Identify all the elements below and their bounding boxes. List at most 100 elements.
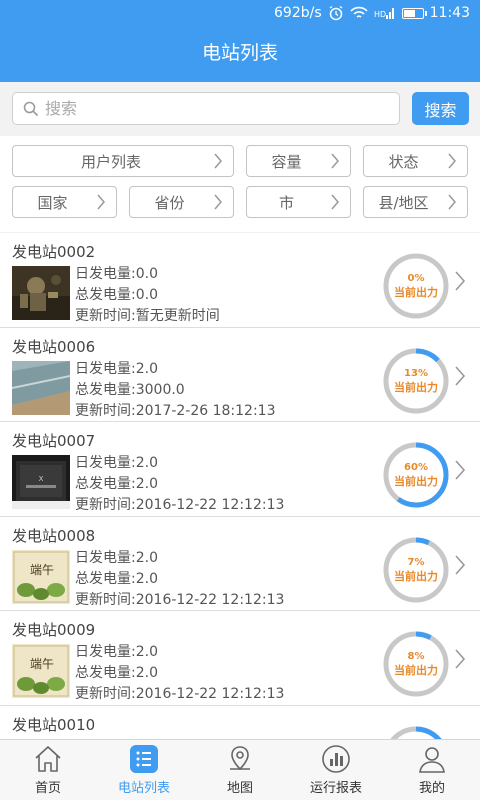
nav-report[interactable]: 运行报表	[288, 740, 384, 800]
filter-county[interactable]: 县/地区	[363, 186, 468, 218]
update-time: 更新时间:2016-12-22 12:12:13	[75, 686, 285, 702]
clock: 11:43	[429, 5, 470, 21]
filter-label: 容量	[271, 152, 302, 171]
filter-label: 国家	[37, 193, 68, 212]
output-gauge: 60% 当前出力	[380, 439, 452, 511]
gauge-text: 13% 当前出力	[380, 345, 452, 417]
chevron-right-icon[interactable]	[452, 553, 468, 577]
station-row[interactable]: 发电站0009 端午 日发电量:2.0 总发电量:2.0 更新时间:2016-12-22…	[0, 611, 480, 706]
nav-map[interactable]: 地图	[192, 740, 288, 800]
thumb-duanwu-text: 端午	[30, 563, 54, 577]
gauge-label: 当前出力	[394, 475, 438, 488]
station-thumbnail	[12, 266, 70, 320]
total-generation: 总发电量:3000.0	[75, 381, 185, 398]
chevron-right-icon	[443, 153, 461, 169]
chevron-right-icon	[326, 194, 344, 210]
station-thumbnail: 端午	[12, 549, 70, 604]
gauge-text: 8% 当前出力	[380, 628, 452, 700]
search-bar: 搜索	[0, 82, 480, 136]
search-field[interactable]	[12, 92, 400, 125]
output-gauge	[380, 723, 452, 739]
svg-text:X: X	[39, 475, 44, 483]
output-gauge: 7% 当前出力	[380, 534, 452, 606]
filter-label: 市	[278, 193, 294, 212]
search-icon	[23, 101, 39, 116]
gauge-label: 当前出力	[394, 569, 438, 583]
signal-icon: HD	[374, 5, 396, 21]
chevron-right-icon	[209, 194, 227, 210]
gauge-percent: 13%	[404, 367, 428, 379]
nav-label: 运行报表	[309, 781, 362, 796]
battery-icon	[401, 7, 427, 19]
chevron-right-icon[interactable]	[452, 647, 468, 671]
nav-profile[interactable]: 我的	[384, 740, 480, 800]
nav-label: 首页	[34, 781, 61, 796]
station-row[interactable]: 发电站0006 日发电量:2.0 总发电量:3000.0 更新时间:2017-2-26…	[0, 327, 480, 422]
total-generation: 总发电量:2.0	[75, 665, 158, 681]
nav-home[interactable]: 首页	[0, 740, 96, 800]
status-bar: 692b/s HD 11:43	[0, 0, 480, 26]
daily-generation: 日发电量:0.0	[75, 266, 158, 282]
gauge-text: 0% 当前出力	[380, 250, 452, 322]
user-icon	[417, 744, 447, 774]
filter-province[interactable]: 省份	[129, 186, 234, 218]
station-name: 发电站0008	[12, 526, 96, 545]
gauge-text: 60% 当前出力	[380, 439, 452, 511]
station-row[interactable]: 发电站0002 日发电量:0.0 总发电量:0.0 更新时间:暂无更新时间 0% 当前出力	[0, 233, 480, 328]
station-row[interactable]: 发电站0010	[0, 705, 480, 739]
update-time: 更新时间:2017-2-26 18:12:13	[75, 402, 276, 419]
station-name: 发电站0010	[12, 715, 96, 734]
wifi-icon	[350, 5, 368, 21]
chevron-right-icon[interactable]	[452, 458, 468, 482]
output-gauge: 0% 当前出力	[380, 250, 452, 322]
chevron-right-icon[interactable]	[452, 364, 468, 388]
station-name: 发电站0006	[12, 337, 96, 356]
home-icon	[33, 744, 63, 774]
gauge-label: 当前出力	[394, 380, 438, 394]
filter-city[interactable]: 市	[246, 186, 351, 218]
filter-label: 省份	[154, 193, 185, 212]
station-row[interactable]: 发电站0007 X 日发电量:2.0 总发电量:2.0 更新时间:2016-12-22 …	[0, 422, 480, 517]
nav-label: 我的	[418, 781, 445, 796]
gauge-label: 当前出力	[394, 664, 438, 677]
station-list: 发电站0002 日发电量:0.0 总发电量:0.0 更新时间:暂无更新时间 0% 当前出力…	[0, 233, 480, 739]
total-generation: 总发电量:2.0	[75, 570, 158, 587]
list-icon	[129, 744, 159, 774]
output-gauge: 13% 当前出力	[380, 345, 452, 417]
filter-user-list[interactable]: 用户列表	[12, 145, 234, 177]
thumb-duanwu-text: 端午	[30, 657, 54, 671]
gauge-label: 当前出力	[394, 286, 438, 299]
filter-status[interactable]: 状态	[363, 145, 468, 177]
nav-label: 地图	[226, 781, 253, 796]
app-header: 692b/s HD 11:43 电站列表	[0, 0, 480, 82]
nav-label: 电站列表	[117, 781, 170, 796]
filter-country[interactable]: 国家	[12, 186, 117, 218]
station-name: 发电站0007	[12, 432, 96, 450]
chart-icon	[321, 744, 351, 774]
update-time: 更新时间:暂无更新时间	[75, 308, 220, 324]
total-generation: 总发电量:0.0	[75, 287, 158, 303]
chevron-right-icon	[209, 153, 227, 169]
output-gauge: 8% 当前出力	[380, 628, 452, 700]
search-button[interactable]: 搜索	[412, 92, 469, 125]
gauge-percent: 60%	[404, 462, 428, 473]
search-input[interactable]	[45, 99, 375, 118]
total-generation: 总发电量:2.0	[75, 476, 158, 492]
bottom-nav: 首页 电站列表 地图 运行报表 我的	[0, 739, 480, 800]
update-time: 更新时间:2016-12-22 12:12:13	[75, 497, 285, 513]
station-thumbnail: X	[12, 455, 70, 509]
nav-station-list[interactable]: 电站列表	[96, 740, 192, 800]
station-row[interactable]: 发电站0008 端午 日发电量:2.0 总发电量:2.0 更新时间:2016-12-22…	[0, 516, 480, 611]
gauge-percent: 0%	[407, 273, 425, 284]
network-speed: 692b/s	[274, 5, 322, 21]
gauge-percent: 7%	[407, 556, 425, 568]
chevron-right-icon	[92, 194, 110, 210]
map-pin-icon	[225, 744, 255, 774]
chevron-right-icon[interactable]	[452, 269, 468, 293]
filter-capacity[interactable]: 容量	[246, 145, 351, 177]
daily-generation: 日发电量:2.0	[75, 644, 158, 660]
station-name: 发电站0009	[12, 621, 96, 639]
filter-label: 县/地区	[378, 193, 429, 212]
station-thumbnail: 端午	[12, 644, 70, 698]
page-title: 电站列表	[201, 42, 278, 64]
